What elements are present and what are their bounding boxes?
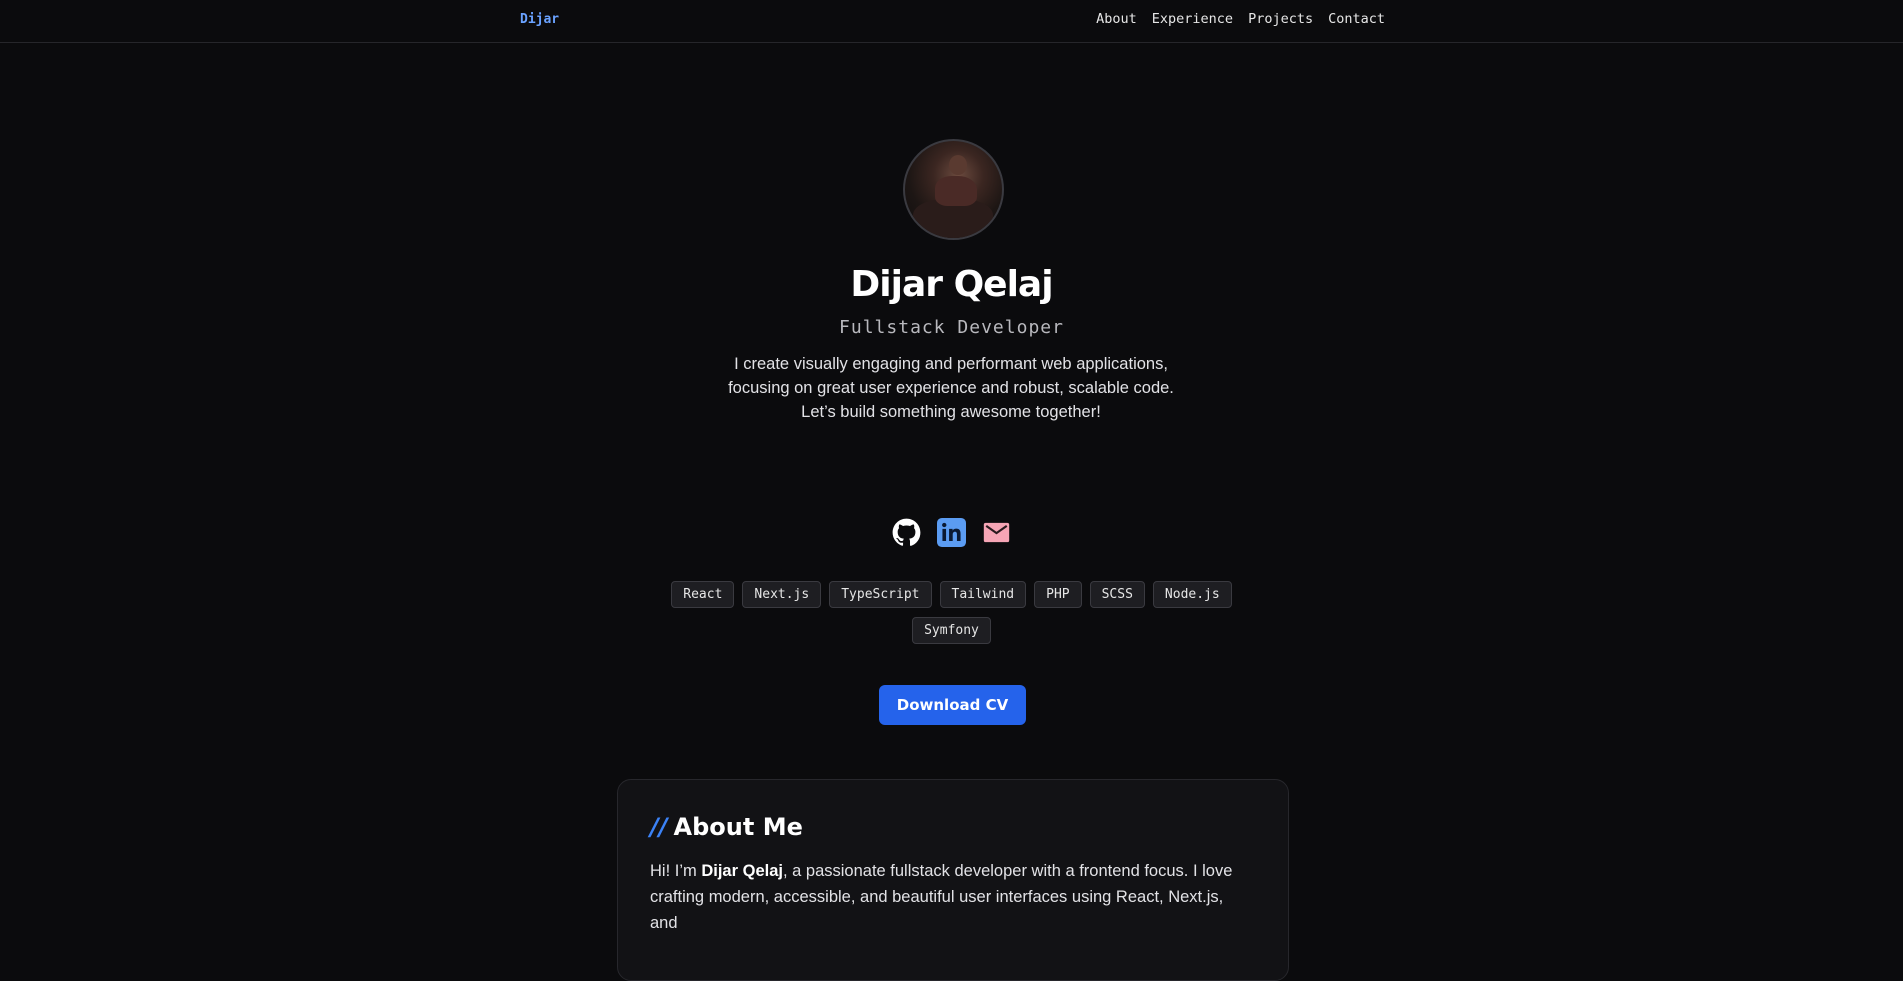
brand-logo[interactable]: Dijar [520, 12, 559, 27]
tech-tag: PHP [1034, 581, 1082, 608]
nav-links: About Experience Projects Contact [1096, 11, 1385, 27]
github-link[interactable] [892, 518, 921, 547]
tech-tag: React [671, 581, 735, 608]
avatar-photo-body [935, 176, 977, 206]
nav-link-contact[interactable]: Contact [1328, 11, 1385, 27]
about-text: Hi! I’m Dijar Qelaj, a passionate fullst… [650, 858, 1250, 936]
mail-icon [983, 522, 1010, 543]
nav-link-projects[interactable]: Projects [1248, 11, 1313, 27]
avatar-photo-head [949, 155, 967, 175]
about-title-text: About Me [673, 813, 803, 841]
tech-tag: Node.js [1152, 581, 1232, 608]
download-cv-button[interactable]: Download CV [879, 685, 1026, 725]
tech-tag: Symfony [912, 617, 991, 644]
tech-tag: Next.js [742, 581, 822, 608]
about-section: //About Me Hi! I’m Dijar Qelaj, a passio… [617, 779, 1289, 981]
about-title-slashes: // [650, 813, 668, 841]
profile-name: Dijar Qelaj [850, 264, 1053, 305]
navbar: Dijar About Experience Projects Contact [0, 0, 1903, 43]
bio-line-3: Let’s build something awesome together! [801, 403, 1101, 421]
profile-role: Fullstack Developer [839, 317, 1064, 338]
about-text-name: Dijar Qelaj [701, 862, 783, 880]
about-title: //About Me [650, 813, 803, 841]
linkedin-link[interactable] [937, 518, 966, 547]
profile-bio: I create visually engaging and performan… [701, 352, 1201, 424]
nav-link-experience[interactable]: Experience [1152, 11, 1233, 27]
github-icon [892, 518, 921, 546]
email-link[interactable] [982, 518, 1011, 547]
avatar [903, 139, 1004, 240]
bio-line-1: I create visually engaging and performan… [734, 355, 1168, 373]
tech-tag: Tailwind [939, 581, 1027, 608]
social-links [0, 518, 1903, 547]
bio-line-2: focusing on great user experience and ro… [728, 379, 1174, 397]
nav-link-about[interactable]: About [1096, 11, 1137, 27]
linkedin-icon [937, 518, 966, 547]
tech-tags: React Next.js TypeScript Tailwind PHP SC… [663, 581, 1240, 644]
tech-tag: SCSS [1089, 581, 1145, 608]
tech-tag: TypeScript [829, 581, 932, 608]
about-text-prefix: Hi! I’m [650, 862, 702, 880]
